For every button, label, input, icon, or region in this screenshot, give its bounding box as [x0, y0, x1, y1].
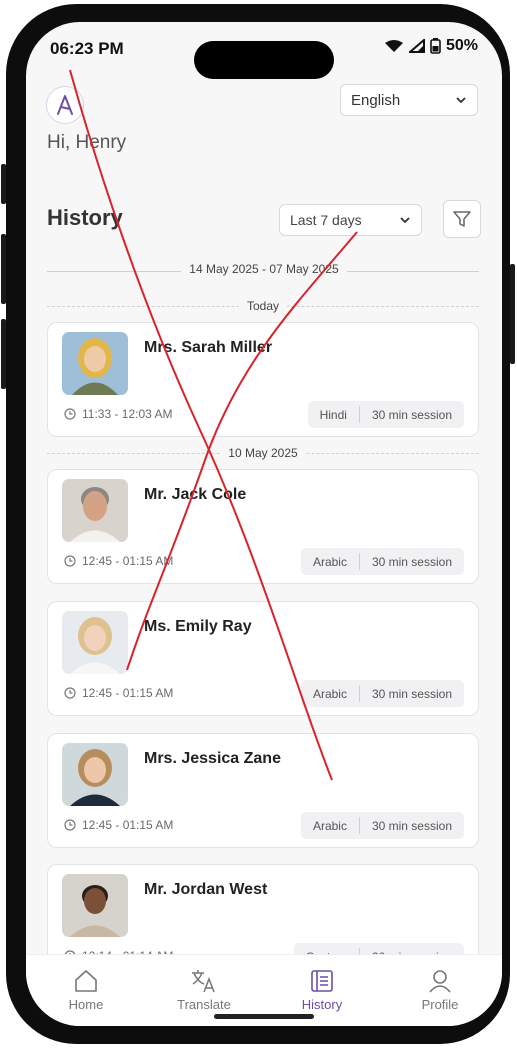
client-name: Mrs. Jessica Zane — [144, 750, 281, 767]
avatar — [62, 479, 128, 542]
language-value: English — [351, 91, 401, 109]
language-select[interactable]: English — [340, 84, 478, 116]
session-time: 12:45 - 01:15 AM — [64, 818, 173, 832]
session-card[interactable]: Mrs. Jessica Zane 12:45 - 01:15 AM Arabi… — [47, 733, 479, 848]
tab-home[interactable]: Home — [46, 967, 126, 1012]
profile-icon — [429, 970, 451, 993]
clock-icon — [64, 555, 76, 567]
session-time: 11:33 - 12:03 AM — [64, 407, 173, 421]
home-icon — [75, 970, 97, 992]
filter-button[interactable] — [443, 200, 481, 238]
history-icon — [311, 970, 333, 992]
day-separator: 10 May 2025 — [47, 446, 479, 460]
session-time-text: 11:33 - 12:03 AM — [82, 407, 173, 421]
logo-icon — [57, 95, 73, 115]
tab-translate[interactable]: Translate — [164, 967, 244, 1012]
session-time-text: 12:45 - 01:15 AM — [82, 818, 174, 832]
duration-tag: 30 min session — [371, 554, 452, 569]
app-logo — [46, 86, 84, 124]
chevron-down-icon — [400, 217, 410, 224]
day-label: 10 May 2025 — [220, 446, 306, 460]
mute-switch — [1, 164, 6, 204]
greeting-text: Hi, Henry — [47, 132, 127, 153]
tab-label: Profile — [421, 997, 459, 1012]
language-tag: Arabic — [312, 554, 347, 569]
session-card[interactable]: Ms. Emily Ray 12:45 - 01:15 AM Arabic 30 … — [47, 601, 479, 716]
power-button — [510, 264, 515, 364]
status-bar: 06:23 PM 50% — [26, 22, 502, 79]
filter-icon — [453, 211, 471, 227]
period-range-text: 14 May 2025 - 07 May 2025 — [181, 262, 347, 276]
clock-icon — [64, 819, 76, 831]
avatar — [62, 743, 128, 806]
battery-icon — [430, 38, 441, 54]
status-time: 06:23 PM — [50, 39, 124, 58]
language-tag: Arabic — [312, 686, 347, 701]
duration-tag: 30 min session — [371, 686, 452, 701]
wifi-icon — [384, 40, 403, 52]
period-range: 14 May 2025 - 07 May 2025 — [26, 262, 502, 276]
avatar — [62, 874, 128, 937]
session-tags: Arabic 30 min session — [300, 812, 464, 839]
app-screen: 06:23 PM 50% English Hi, Henry History L… — [26, 22, 502, 1026]
session-tags: Arabic 30 min session — [300, 548, 464, 575]
tab-label: Home — [68, 997, 104, 1012]
language-tag: Arabic — [312, 818, 347, 833]
chevron-down-icon — [456, 97, 466, 104]
avatar — [62, 611, 128, 674]
duration-tag: 30 min session — [371, 407, 452, 422]
session-time: 12:45 - 01:15 AM — [64, 686, 173, 700]
session-time-text: 12:45 - 01:15 AM — [82, 686, 174, 700]
battery-percent: 50% — [445, 37, 478, 54]
page-title: History — [47, 205, 123, 230]
tab-label: Translate — [177, 997, 231, 1012]
language-tag: Hindi — [319, 407, 347, 422]
session-card[interactable]: Mrs. Sarah Miller 11:33 - 12:03 AM Hindi… — [47, 322, 479, 437]
day-separator: Today — [47, 299, 479, 313]
clock-icon — [64, 408, 76, 420]
client-name: Mrs. Sarah Miller — [144, 339, 273, 356]
tab-profile[interactable]: Profile — [400, 967, 480, 1012]
session-time: 12:45 - 01:15 AM — [64, 554, 173, 568]
volume-down-button — [1, 319, 6, 389]
phone-frame: 06:23 PM 50% English Hi, Henry History L… — [1, 4, 515, 1044]
date-range-select[interactable]: Last 7 days — [279, 204, 422, 236]
session-tags: Arabic 30 min session — [300, 680, 464, 707]
session-tags: Hindi 30 min session — [307, 401, 464, 428]
duration-tag: 30 min session — [371, 818, 452, 833]
session-card[interactable]: Mr. Jack Cole 12:45 - 01:15 AM Arabic 30 … — [47, 469, 479, 584]
cellular-icon — [408, 39, 425, 53]
status-icons: 50% — [384, 37, 478, 55]
clock-icon — [64, 687, 76, 699]
session-time-text: 12:45 - 01:15 AM — [82, 554, 174, 568]
home-indicator — [214, 1014, 314, 1019]
tab-label: History — [301, 997, 343, 1012]
client-name: Mr. Jack Cole — [144, 486, 247, 503]
day-label: Today — [238, 299, 288, 313]
avatar — [62, 332, 128, 395]
client-name: Mr. Jordan West — [144, 881, 268, 898]
translate-icon — [192, 970, 215, 993]
client-name: Ms. Emily Ray — [144, 618, 252, 635]
volume-up-button — [1, 234, 6, 304]
dynamic-island — [194, 41, 334, 79]
tab-history[interactable]: History — [282, 967, 362, 1012]
date-range-value: Last 7 days — [290, 212, 362, 228]
